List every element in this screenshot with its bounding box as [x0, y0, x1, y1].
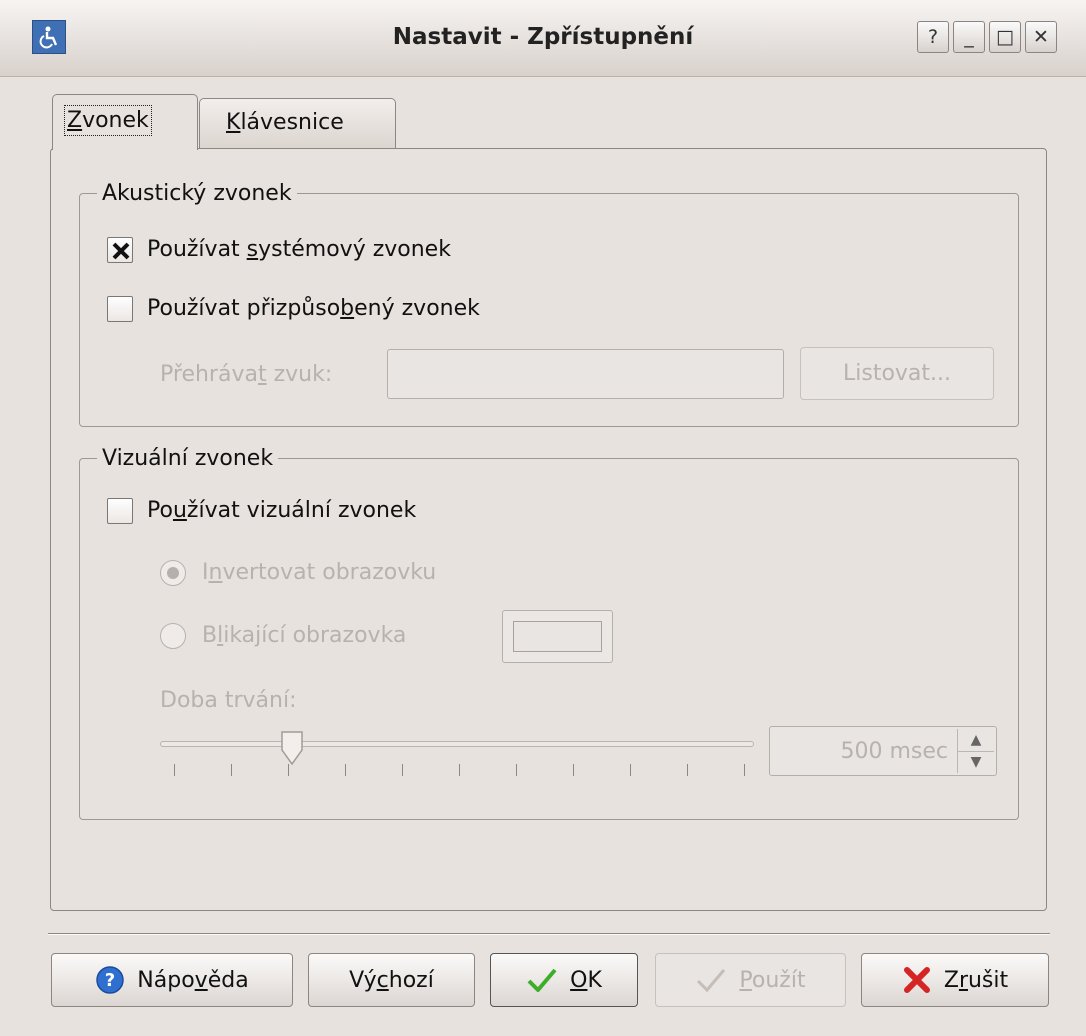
- checkmark-icon: [527, 968, 557, 992]
- flash-color-button[interactable]: [502, 610, 613, 663]
- tab-zvonek-label: Zvonek: [64, 105, 152, 136]
- cancel-x-icon: [903, 967, 930, 993]
- duration-slider-handle[interactable]: [280, 730, 304, 766]
- footer-separator: [48, 933, 1050, 935]
- flash-screen-radio[interactable]: [160, 623, 186, 649]
- use-custom-bell-label[interactable]: Používat přizpůsobený zvonek: [147, 296, 480, 321]
- slider-tick: [345, 764, 346, 776]
- duration-slider-track[interactable]: [160, 741, 754, 747]
- apply-button-label: Použít: [739, 967, 806, 993]
- slider-tick: [687, 764, 688, 776]
- slider-tick: [402, 764, 403, 776]
- sound-file-input[interactable]: [387, 349, 784, 399]
- defaults-button[interactable]: Výchozí: [308, 953, 475, 1007]
- checkmark-disabled-icon: [697, 969, 726, 993]
- minimize-button[interactable]: _: [953, 21, 985, 53]
- duration-value: 500 msec: [840, 739, 948, 764]
- slider-handle-icon: [281, 731, 303, 766]
- tab-klavesnice-label: Klávesnice: [226, 110, 344, 135]
- slider-tick: [231, 764, 232, 776]
- ok-button[interactable]: OK: [490, 953, 638, 1007]
- use-system-bell-checkbox[interactable]: [107, 237, 133, 263]
- visual-bell-legend: Vizuální zvonek: [97, 446, 279, 471]
- checked-x-icon: [112, 242, 130, 260]
- slider-tick: [459, 764, 460, 776]
- maximize-button[interactable]: □: [989, 21, 1021, 53]
- use-system-bell-label[interactable]: Používat systémový zvonek: [147, 237, 451, 262]
- spin-up-icon[interactable]: ▲: [958, 729, 994, 752]
- help-button[interactable]: ? Nápověda: [51, 953, 293, 1007]
- browse-button-label: Listovat...: [842, 361, 952, 386]
- svg-text:?: ?: [105, 970, 115, 991]
- slider-tick: [744, 764, 745, 776]
- tab-klavesnice[interactable]: Klávesnice: [199, 98, 396, 148]
- slider-tick: [630, 764, 631, 776]
- cancel-button[interactable]: Zrušit: [861, 953, 1049, 1007]
- play-sound-label: Přehrávat zvuk:: [160, 362, 333, 387]
- browse-button[interactable]: Listovat...: [800, 347, 994, 400]
- help-icon: ?: [96, 966, 125, 994]
- use-visual-bell-label[interactable]: Používat vizuální zvonek: [147, 498, 416, 523]
- radio-selected-dot: [167, 567, 179, 579]
- slider-tick: [174, 764, 175, 776]
- slider-tick: [573, 764, 574, 776]
- cancel-button-label: Zrušit: [943, 967, 1009, 993]
- invert-screen-label[interactable]: Invertovat obrazovku: [202, 560, 436, 585]
- help-window-button[interactable]: ?: [917, 21, 949, 53]
- use-visual-bell-checkbox[interactable]: [107, 498, 133, 524]
- apply-button[interactable]: Použít: [655, 953, 846, 1007]
- slider-tick: [516, 764, 517, 776]
- defaults-button-label: Výchozí: [349, 967, 434, 993]
- duration-spinbox[interactable]: 500 msec ▲ ▼: [769, 726, 997, 776]
- spin-buttons: ▲ ▼: [957, 729, 994, 773]
- slider-tick: [288, 764, 289, 776]
- spin-down-icon[interactable]: ▼: [958, 752, 994, 773]
- acoustic-bell-legend: Akustický zvonek: [97, 181, 297, 206]
- duration-label: Doba trvání:: [160, 688, 297, 713]
- invert-screen-radio[interactable]: [160, 560, 186, 586]
- color-swatch: [513, 621, 602, 652]
- title-bar: Nastavit - Zpřístupnění ? _ □ ✕: [0, 0, 1086, 77]
- ok-button-label: OK: [570, 967, 602, 993]
- use-custom-bell-checkbox[interactable]: [107, 296, 133, 322]
- tab-zvonek[interactable]: Zvonek: [52, 94, 198, 150]
- flash-screen-label[interactable]: Blikající obrazovka: [202, 623, 406, 648]
- help-button-label: Nápověda: [137, 967, 249, 993]
- close-window-button[interactable]: ✕: [1025, 21, 1057, 53]
